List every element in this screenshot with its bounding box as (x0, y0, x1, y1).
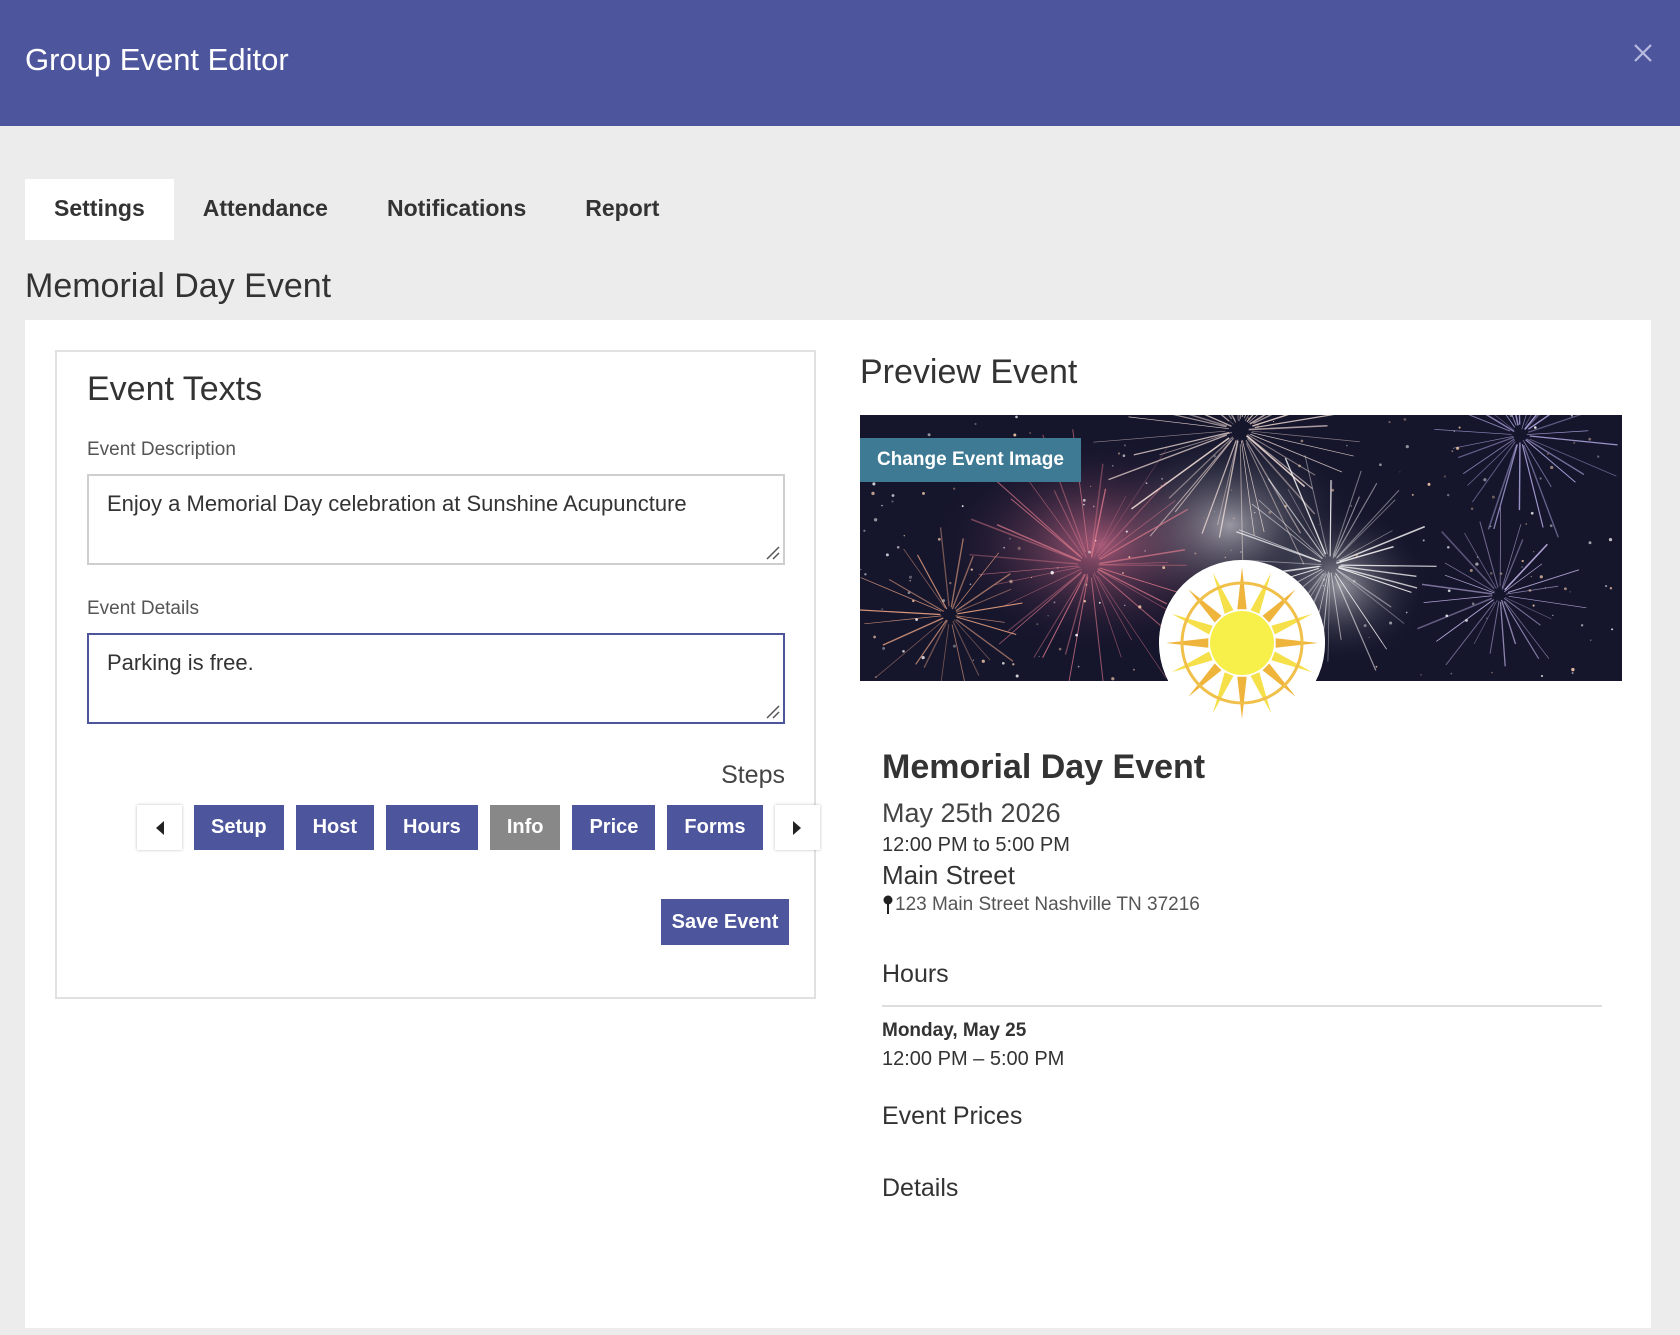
preview-hours-heading: Hours (882, 960, 949, 988)
preview-event-venue: Main Street (882, 860, 1015, 890)
preview-event-time: 12:00 PM to 5:00 PM (882, 834, 1070, 856)
steps-nav: Setup Host Hours Info Price Forms (137, 805, 820, 850)
step-forms-button[interactable]: Forms (667, 805, 763, 850)
save-event-button[interactable]: Save Event (661, 899, 789, 945)
step-host-button[interactable]: Host (295, 805, 375, 850)
page-title: Memorial Day Event (25, 267, 332, 305)
hours-day-label: Monday, May 25 (882, 1020, 1027, 1041)
map-pin-icon (883, 895, 893, 914)
tab-settings[interactable]: Settings (25, 179, 174, 240)
tab-report[interactable]: Report (556, 179, 688, 240)
step-hours-button[interactable]: Hours (386, 805, 478, 850)
steps-next-button[interactable] (774, 805, 820, 850)
close-icon (1634, 44, 1652, 62)
chevron-right-icon (793, 820, 802, 835)
preview-event-address: 123 Main Street Nashville TN 37216 (882, 894, 1200, 916)
tab-bar: Settings Attendance Notifications Report (25, 179, 688, 240)
tab-notifications[interactable]: Notifications (357, 179, 556, 240)
tab-attendance[interactable]: Attendance (174, 179, 357, 240)
sun-logo-icon (1159, 560, 1325, 726)
change-event-image-button[interactable]: Change Event Image (860, 438, 1081, 482)
preview-event-date: May 25th 2026 (882, 798, 1061, 828)
event-description-input[interactable] (87, 474, 785, 565)
event-details-label: Event Details (87, 598, 199, 619)
event-texts-card: Event Texts Event Description Event Deta… (55, 350, 820, 999)
preview-event-name: Memorial Day Event (882, 748, 1206, 786)
close-button[interactable] (1628, 38, 1658, 68)
address-text: 123 Main Street Nashville TN 37216 (895, 894, 1200, 915)
hours-divider (882, 1005, 1602, 1007)
preview-title: Preview Event (860, 353, 1078, 391)
content-panel: Event Texts Event Description Event Deta… (25, 320, 1651, 1328)
event-logo (1159, 560, 1325, 726)
event-details-input[interactable] (87, 633, 785, 724)
event-description-label: Event Description (87, 439, 236, 460)
step-setup-button[interactable]: Setup (194, 805, 284, 850)
event-texts-title: Event Texts (87, 370, 263, 408)
steps-prev-button[interactable] (137, 805, 182, 850)
step-price-button[interactable]: Price (572, 805, 656, 850)
preview-prices-heading: Event Prices (882, 1102, 1023, 1130)
editor-header: Group Event Editor (0, 0, 1680, 126)
steps-label: Steps (721, 761, 785, 789)
editor-title: Group Event Editor (25, 42, 289, 77)
hours-day-time: 12:00 PM – 5:00 PM (882, 1048, 1065, 1070)
step-info-button[interactable]: Info (489, 805, 561, 850)
preview-details-heading: Details (882, 1174, 959, 1202)
chevron-left-icon (155, 820, 164, 835)
